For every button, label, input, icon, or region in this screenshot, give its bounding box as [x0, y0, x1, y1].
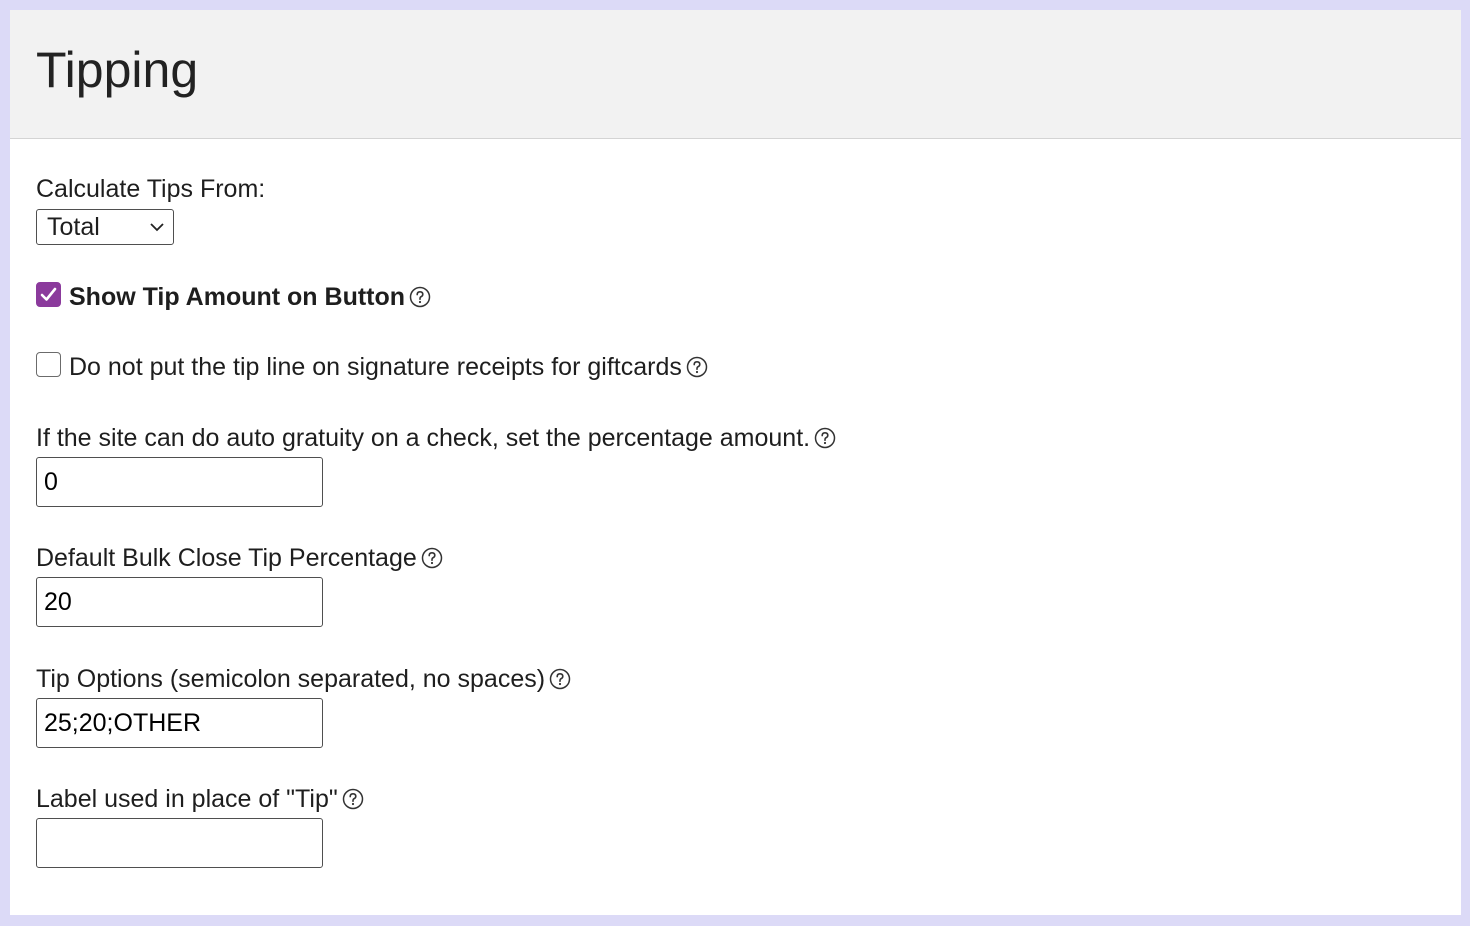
bulk-close-tip-label: Default Bulk Close Tip Percentage	[36, 543, 443, 573]
tip-options-label: Tip Options (semicolon separated, no spa…	[36, 664, 571, 694]
auto-gratuity-label: If the site can do auto gratuity on a ch…	[36, 423, 836, 453]
panel-title: Tipping	[36, 42, 199, 98]
calculate-tips-from-label: Calculate Tips From:	[36, 174, 265, 204]
tip-options-input[interactable]	[36, 698, 323, 748]
no-tip-line-giftcards-checkbox[interactable]	[36, 351, 61, 377]
question-circle-icon[interactable]	[549, 668, 571, 690]
checkmark-icon	[40, 287, 57, 301]
calculate-tips-from-value: Total	[47, 213, 100, 241]
question-circle-icon[interactable]	[814, 427, 836, 449]
show-tip-amount-checkbox[interactable]	[36, 281, 61, 307]
auto-gratuity-input[interactable]	[36, 457, 323, 507]
tipping-panel: Tipping Calculate Tips From: Total Show …	[10, 10, 1461, 915]
auto-gratuity-label-text: If the site can do auto gratuity on a ch…	[36, 424, 811, 452]
no-tip-line-giftcards-row: Do not put the tip line on signature rec…	[36, 351, 708, 382]
calculate-tips-from-label-text: Calculate Tips From:	[36, 175, 266, 203]
tip-label-input[interactable]	[36, 818, 323, 868]
tip-label-label: Label used in place of "Tip"	[36, 784, 364, 814]
calculate-tips-from-select[interactable]: Total	[36, 209, 174, 245]
question-circle-icon[interactable]	[409, 286, 431, 308]
tip-label-label-text: Label used in place of "Tip"	[36, 785, 338, 813]
show-tip-amount-row: Show Tip Amount on Button	[36, 281, 431, 312]
panel-header: Tipping	[10, 10, 1461, 139]
show-tip-amount-label: Show Tip Amount on Button	[69, 283, 406, 311]
bulk-close-tip-label-text: Default Bulk Close Tip Percentage	[36, 544, 417, 572]
tip-options-label-text: Tip Options (semicolon separated, no spa…	[36, 665, 546, 693]
question-circle-icon[interactable]	[342, 788, 364, 810]
bulk-close-tip-input[interactable]	[36, 577, 323, 627]
chevron-down-icon	[150, 223, 164, 232]
no-tip-line-giftcards-label: Do not put the tip line on signature rec…	[69, 353, 682, 381]
question-circle-icon[interactable]	[686, 356, 708, 378]
question-circle-icon[interactable]	[421, 547, 443, 569]
